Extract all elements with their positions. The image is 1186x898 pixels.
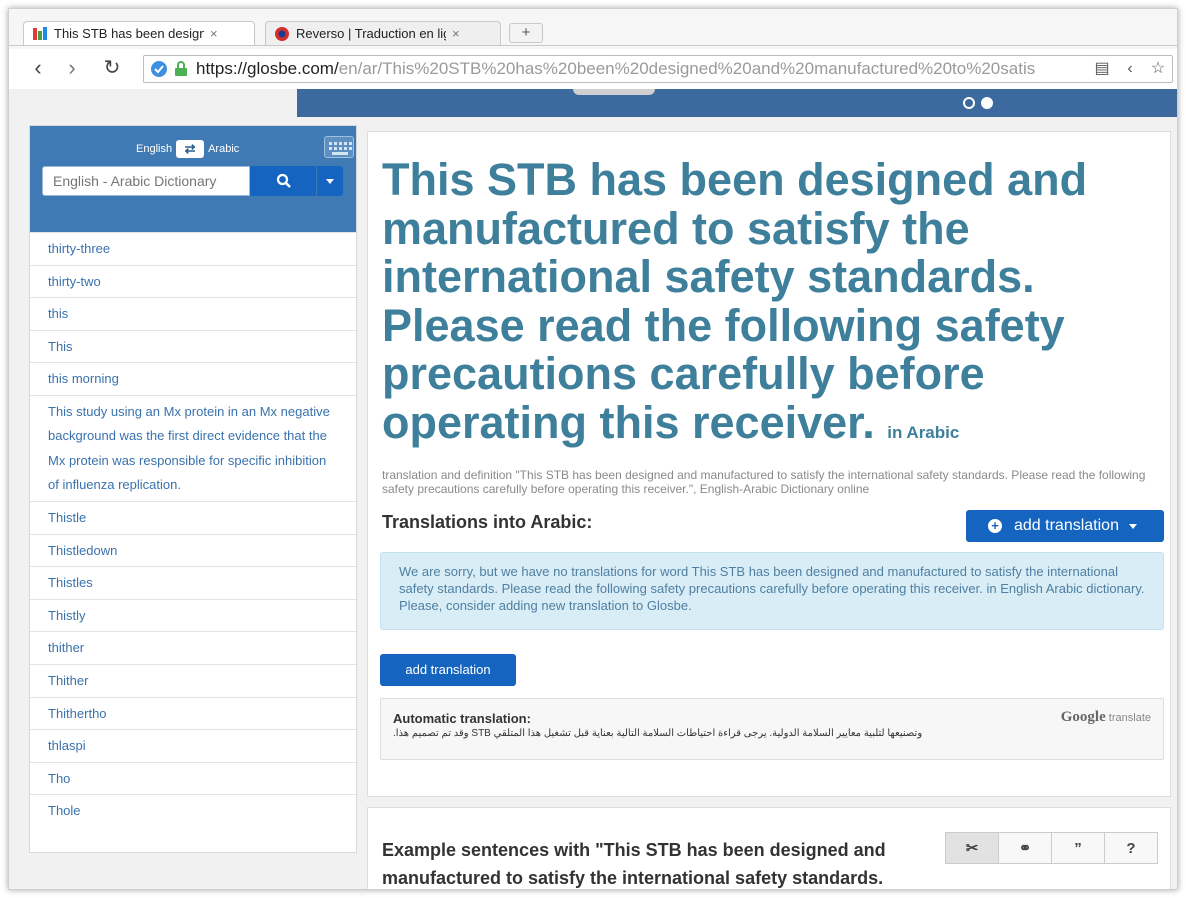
share-icon[interactable]: ‹ bbox=[1120, 59, 1140, 79]
swap-languages-icon[interactable]: ⇄ bbox=[176, 140, 205, 158]
list-item[interactable]: this morning bbox=[30, 362, 356, 395]
url-host: https://glosbe.com/ bbox=[196, 59, 339, 78]
address-bar[interactable]: https://glosbe.com/en/ar/This%20STB%20ha… bbox=[143, 55, 1173, 83]
list-item[interactable]: thither bbox=[30, 631, 356, 664]
automatic-translation-box: Automatic translation: وتصنيعها لتلبية م… bbox=[380, 698, 1164, 760]
plus-circle-icon: + bbox=[988, 519, 1002, 533]
title-language-suffix: in Arabic bbox=[887, 422, 960, 442]
bookmark-star-icon[interactable]: ☆ bbox=[1148, 59, 1168, 79]
lock-icon bbox=[175, 61, 187, 76]
list-item[interactable]: thirty-three bbox=[30, 232, 356, 265]
search-input[interactable] bbox=[42, 166, 250, 196]
page-title: This STB has been designed and manufactu… bbox=[382, 154, 1142, 457]
link-icon[interactable]: ⚭ bbox=[998, 832, 1052, 864]
search-options-dropdown[interactable] bbox=[317, 166, 343, 196]
list-item[interactable]: Thither bbox=[30, 663, 356, 697]
chevron-down-icon bbox=[1128, 523, 1137, 529]
tab-strip: This STB has been designe × Reverso | Tr… bbox=[9, 9, 1177, 49]
quote-icon[interactable]: ” bbox=[1051, 832, 1105, 864]
list-item[interactable]: This study using an Mx protein in an Mx … bbox=[30, 394, 356, 501]
list-item[interactable]: Thistle bbox=[30, 500, 356, 534]
google-logo-text: Google bbox=[1060, 709, 1106, 725]
list-item[interactable]: Thistledown bbox=[30, 533, 356, 567]
keyboard-icon[interactable] bbox=[324, 136, 354, 158]
glosbe-favicon-icon bbox=[33, 26, 47, 40]
phrase-title: This STB has been designed and manufactu… bbox=[382, 154, 1088, 448]
list-item[interactable]: thirty-two bbox=[30, 264, 356, 298]
dictionary-sidebar: English ⇄ Arabic English - Arabic Dictio… bbox=[29, 125, 357, 853]
top-bar-handle[interactable] bbox=[573, 89, 655, 95]
language-switcher: English ⇄ Arabic bbox=[136, 140, 239, 158]
word-list: thirty-three thirty-two this This this m… bbox=[30, 232, 356, 827]
carousel-dot[interactable] bbox=[963, 97, 975, 109]
search-icon bbox=[276, 173, 291, 188]
tab-reverso[interactable]: Reverso | Traduction en lig × bbox=[265, 21, 501, 45]
examples-toolbar: ✂ ⚭ ” ? bbox=[945, 832, 1158, 864]
unlink-icon[interactable]: ✂ bbox=[945, 832, 999, 864]
tab-glosbe[interactable]: This STB has been designe × bbox=[23, 21, 255, 45]
list-item[interactable]: Thole bbox=[30, 794, 356, 827]
automatic-translation-label: Automatic translation: bbox=[393, 711, 531, 726]
reload-icon[interactable]: ↻ bbox=[101, 57, 123, 81]
shield-icon bbox=[151, 61, 167, 77]
url-text: https://glosbe.com/en/ar/This%20STB%20ha… bbox=[196, 59, 1086, 79]
tab-label: Reverso | Traduction en lig bbox=[296, 26, 446, 41]
translate-page-icon[interactable]: ▤ bbox=[1092, 59, 1112, 79]
add-translation-label: add translation bbox=[1014, 517, 1119, 534]
examples-heading: Example sentences with "This STB has bee… bbox=[382, 840, 886, 888]
forward-icon[interactable]: › bbox=[61, 57, 83, 81]
page-content: English ⇄ Arabic English - Arabic Dictio… bbox=[9, 89, 1177, 889]
tab-label: This STB has been designe bbox=[54, 26, 204, 41]
google-translate-logo: Google translate bbox=[1061, 709, 1151, 726]
list-item[interactable]: this bbox=[30, 297, 356, 330]
list-item[interactable]: This bbox=[30, 329, 356, 363]
divider bbox=[9, 45, 1177, 46]
url-path: en/ar/This%20STB%20has%20been%20designed… bbox=[338, 59, 1036, 78]
chevron-down-icon bbox=[326, 179, 334, 184]
translate-logo-text: translate bbox=[1108, 712, 1151, 724]
help-icon[interactable]: ? bbox=[1104, 832, 1158, 864]
list-item[interactable]: Thistly bbox=[30, 598, 356, 632]
list-item[interactable]: thlaspi bbox=[30, 729, 356, 762]
browser-toolbar: ‹ › ↻ https://glosbe.com/en/ar/This%20ST… bbox=[9, 49, 1177, 89]
reverso-favicon-icon bbox=[275, 26, 289, 41]
sidebar-search-panel: English ⇄ Arabic bbox=[30, 126, 356, 232]
carousel-dot-active[interactable] bbox=[981, 97, 993, 109]
translations-heading: Translations into Arabic: bbox=[382, 512, 593, 532]
close-tab-icon[interactable]: × bbox=[210, 26, 218, 41]
automatic-translation-text: وتصنيعها لتلبية معايير السلامة الدولية. … bbox=[393, 728, 923, 739]
add-translation-button[interactable]: add translation bbox=[380, 654, 516, 686]
close-tab-icon[interactable]: × bbox=[452, 26, 460, 41]
list-item[interactable]: Thithertho bbox=[30, 696, 356, 730]
back-icon[interactable]: ‹ bbox=[27, 57, 49, 81]
lang-to[interactable]: Arabic bbox=[208, 143, 239, 155]
lang-from[interactable]: English bbox=[136, 143, 172, 155]
add-translation-dropdown-button[interactable]: + add translation bbox=[966, 510, 1164, 542]
no-translation-alert: We are sorry, but we have no translation… bbox=[380, 552, 1164, 630]
new-tab-button[interactable]: + bbox=[509, 23, 543, 43]
list-item[interactable]: Thistles bbox=[30, 566, 356, 599]
site-top-bar bbox=[297, 89, 1177, 117]
browser-window: This STB has been designe × Reverso | Tr… bbox=[8, 8, 1178, 890]
search-button[interactable] bbox=[250, 166, 316, 196]
definition-text: translation and definition "This STB has… bbox=[382, 468, 1146, 496]
list-item[interactable]: Tho bbox=[30, 761, 356, 795]
translation-panel: This STB has been designed and manufactu… bbox=[367, 131, 1171, 797]
example-sentences-panel: Example sentences with "This STB has bee… bbox=[367, 807, 1171, 889]
